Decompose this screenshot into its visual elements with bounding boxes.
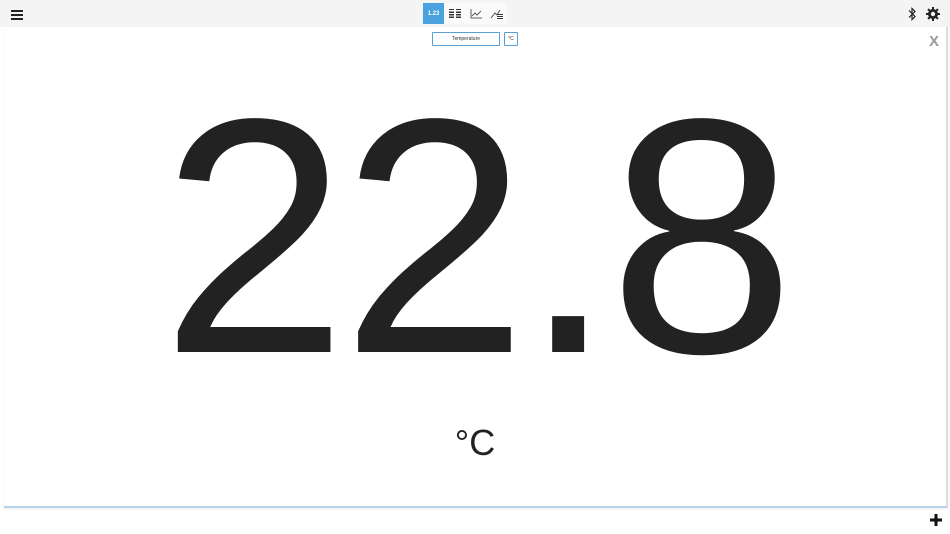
top-toolbar: 1.23: [0, 0, 950, 27]
table-icon: [448, 8, 461, 18]
bluetooth-icon[interactable]: [906, 7, 918, 21]
unit-select[interactable]: °C: [504, 32, 518, 46]
hamburger-menu-icon[interactable]: [11, 8, 23, 20]
graph-table-icon: [490, 9, 503, 19]
digits-icon: 1.23: [427, 10, 440, 17]
plus-icon[interactable]: [929, 513, 943, 527]
digits-panel: Temperature °C X 22.8 °C: [4, 27, 948, 508]
tab-graph[interactable]: [465, 3, 486, 24]
tab-table[interactable]: [444, 3, 465, 24]
gear-icon[interactable]: [926, 7, 940, 21]
tab-graph-table[interactable]: [486, 3, 507, 24]
view-tabs: 1.23: [423, 3, 507, 24]
tab-digits[interactable]: 1.23: [423, 3, 444, 24]
sensor-unit: °C: [454, 422, 496, 463]
close-panel-button[interactable]: X: [929, 34, 939, 49]
sensor-value: 22.8: [160, 49, 795, 423]
graph-icon: [470, 8, 482, 18]
sensor-select[interactable]: Temperature: [432, 32, 500, 46]
